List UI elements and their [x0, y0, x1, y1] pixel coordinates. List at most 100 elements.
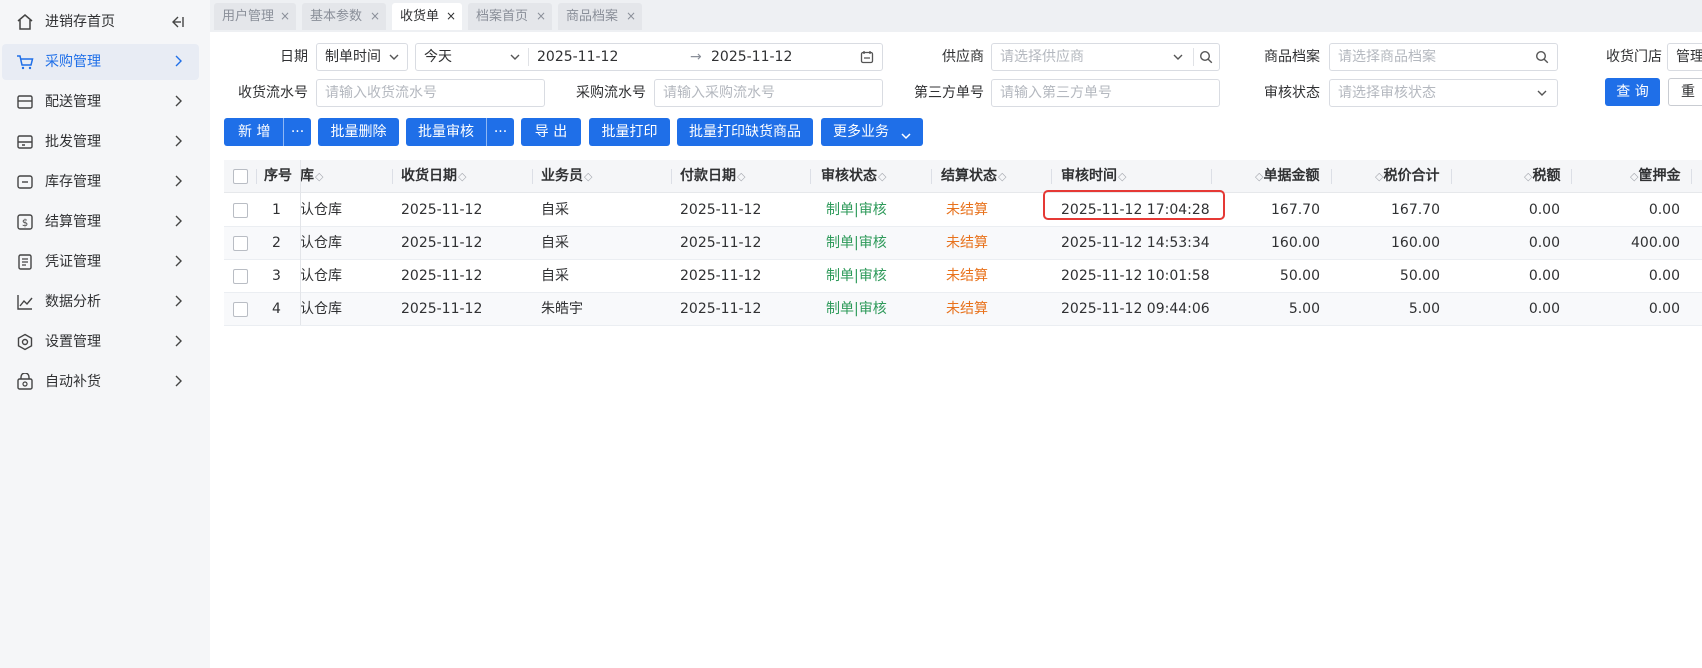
sidebar-item-settings[interactable]: 设置管理 [2, 324, 199, 360]
export-button[interactable]: 导 出 [521, 118, 581, 146]
search-icon[interactable] [1535, 50, 1549, 64]
calendar-icon[interactable] [860, 50, 874, 64]
sidebar-item-delivery[interactable]: 配送管理 [2, 84, 199, 120]
batch-audit-button[interactable]: 批量审核 ··· [406, 118, 514, 146]
tab-receipt[interactable]: 收货单 × [392, 3, 462, 30]
receipt-no-input[interactable] [325, 85, 544, 101]
batch-delete-button[interactable]: 批量删除 [318, 118, 399, 146]
settings-hex-icon [16, 333, 34, 351]
table-row[interactable]: 4 认仓库 2025-11-12 朱皓宇 2025-11-12 制单|审核 未结… [224, 293, 1702, 326]
sidebar-item-voucher[interactable]: 凭证管理 [2, 244, 199, 280]
tab-archive-home[interactable]: 档案首页 × [468, 3, 552, 30]
cell-tax-total: 5.00 [1408, 301, 1440, 317]
collapse-sidebar-icon[interactable] [171, 15, 185, 29]
cell-pay-date: 2025-11-12 [680, 235, 762, 251]
close-icon[interactable]: × [626, 3, 636, 30]
sort-icon[interactable]: ◇ [737, 170, 745, 183]
tab-product-archive[interactable]: 商品档案 × [558, 3, 642, 30]
sort-icon[interactable]: ◇ [1118, 170, 1126, 183]
receipt-no-field[interactable] [316, 79, 545, 107]
fixed-column-divider [300, 160, 301, 325]
cell-seq: 4 [272, 301, 281, 317]
cell-audit-time: 2025-11-12 17:04:28 [1061, 202, 1210, 218]
reset-button[interactable]: 重 置 [1668, 78, 1702, 106]
batch-print-button[interactable]: 批量打印 [589, 118, 670, 146]
close-icon[interactable]: × [446, 3, 456, 30]
sidebar-item-analytics[interactable]: 数据分析 [2, 284, 199, 320]
table-row[interactable]: 2 认仓库 2025-11-12 自采 2025-11-12 制单|审核 未结算… [224, 227, 1702, 260]
wholesale-icon [16, 133, 34, 151]
col-deposit[interactable]: ◇筐押金 [1629, 160, 1680, 193]
row-checkbox[interactable] [233, 269, 248, 284]
close-icon[interactable]: × [280, 3, 290, 30]
sort-icon[interactable]: ◇ [998, 170, 1006, 183]
col-tax-total[interactable]: ◇税价合计 [1374, 160, 1439, 193]
store-select[interactable]: 管理 [1667, 43, 1702, 71]
purchase-no-input[interactable] [663, 85, 882, 101]
col-tax[interactable]: ◇税额 [1523, 160, 1560, 193]
product-archive-input[interactable] [1338, 49, 1528, 65]
sort-icon[interactable]: ◇ [878, 170, 886, 183]
close-icon[interactable]: × [370, 3, 380, 30]
sidebar-item-purchase[interactable]: 采购管理 [2, 44, 199, 80]
add-button[interactable]: 新 增 ··· [224, 118, 311, 146]
sort-icon[interactable]: ◇ [315, 170, 323, 183]
table-row[interactable]: 3 认仓库 2025-11-12 自采 2025-11-12 制单|审核 未结算… [224, 260, 1702, 293]
divider [528, 48, 529, 66]
table-row[interactable]: 1 认仓库 2025-11-12 自采 2025-11-12 制单|审核 未结算… [224, 194, 1702, 227]
col-warehouse[interactable]: 库◇ [300, 160, 323, 193]
row-checkbox[interactable] [233, 302, 248, 317]
query-button[interactable]: 查 询 [1605, 78, 1660, 106]
more-dots-icon[interactable]: ··· [486, 118, 514, 146]
product-archive-select[interactable] [1329, 43, 1558, 71]
cell-audit-status: 制单|审核 [826, 235, 887, 251]
col-receive-date[interactable]: 收货日期◇ [401, 160, 466, 193]
sidebar-item-label: 库存管理 [45, 174, 101, 190]
col-amount[interactable]: ◇单据金额 [1254, 160, 1319, 193]
sidebar-item-wholesale[interactable]: 批发管理 [2, 124, 199, 160]
chevron-right-icon [171, 334, 185, 348]
cell-settle-status: 未结算 [946, 202, 988, 218]
audit-status-select[interactable]: 请选择审核状态 [1329, 79, 1558, 107]
search-icon[interactable] [1199, 50, 1213, 64]
purchase-no-field[interactable] [654, 79, 883, 107]
date-start[interactable]: 2025-11-12 [537, 44, 618, 70]
batch-print-shortage-button[interactable]: 批量打印缺货商品 [677, 118, 813, 146]
supplier-select[interactable] [991, 43, 1220, 71]
chevron-right-icon [171, 174, 185, 188]
select-all-checkbox[interactable] [233, 169, 248, 184]
col-pay-date[interactable]: 付款日期◇ [680, 160, 745, 193]
sidebar-item-home[interactable]: 进销存首页 [2, 4, 199, 40]
cell-tax-total: 160.00 [1391, 235, 1440, 251]
col-salesman[interactable]: 业务员◇ [541, 160, 592, 193]
more-business-button[interactable]: 更多业务 [821, 118, 923, 146]
audit-status-label: 审核状态 [1264, 85, 1320, 101]
cell-seq: 1 [272, 202, 281, 218]
close-icon[interactable]: × [536, 3, 546, 30]
col-settle-status[interactable]: 结算状态◇ [941, 160, 1006, 193]
supplier-input[interactable] [1000, 49, 1180, 65]
cell-salesman: 自采 [541, 235, 569, 251]
sidebar-item-settlement[interactable]: $ 结算管理 [2, 204, 199, 240]
col-audit-status[interactable]: 审核状态◇ [821, 160, 886, 193]
date-type-select[interactable]: 制单时间 [316, 43, 408, 71]
cell-audit-status: 制单|审核 [826, 268, 887, 284]
sort-icon[interactable]: ◇ [584, 170, 592, 183]
chevron-right-icon [171, 294, 185, 308]
cell-deposit: 0.00 [1648, 268, 1680, 284]
row-checkbox[interactable] [233, 203, 248, 218]
chevron-down-icon [508, 50, 522, 64]
date-end[interactable]: 2025-11-12 [711, 44, 792, 70]
third-party-no-field[interactable] [991, 79, 1220, 107]
more-dots-icon[interactable]: ··· [283, 118, 311, 146]
col-audit-time[interactable]: 审核时间◇ [1061, 160, 1126, 193]
third-party-no-input[interactable] [1000, 85, 1219, 101]
sort-icon[interactable]: ◇ [458, 170, 466, 183]
cell-seq: 3 [272, 268, 281, 284]
tab-basic-params[interactable]: 基本参数 × [302, 3, 386, 30]
row-checkbox[interactable] [233, 236, 248, 251]
sidebar-item-inventory[interactable]: 库存管理 [2, 164, 199, 200]
date-range-picker[interactable]: 今天 2025-11-12 → 2025-11-12 [415, 43, 883, 71]
sidebar-item-auto-replenish[interactable]: 自动补货 [2, 364, 199, 400]
tab-user-management[interactable]: 用户管理 × [214, 3, 296, 30]
